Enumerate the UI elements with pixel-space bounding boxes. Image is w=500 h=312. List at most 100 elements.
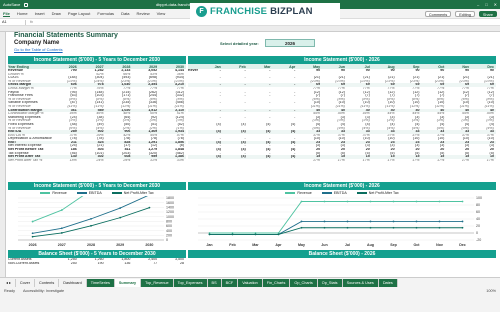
sheet-tab[interactable]: BS	[207, 278, 222, 287]
y-tick-label: 100	[476, 196, 482, 200]
minimize-icon[interactable]: –	[477, 2, 479, 7]
tab-draw[interactable]: Draw	[52, 11, 61, 16]
data-point	[254, 233, 257, 236]
data-point	[90, 224, 92, 227]
formula-bar: A1 fx	[0, 19, 500, 26]
sheet-tab[interactable]: BCF	[221, 278, 239, 287]
sheet-tab[interactable]: Top_Revenue	[141, 278, 174, 287]
chart-5y-header: Income Statement ($'000) - 5 Years to De…	[8, 182, 186, 190]
name-box[interactable]: A1	[0, 19, 26, 25]
x-tick-label: 2029	[116, 243, 124, 247]
sheet-tab[interactable]: Top_Expenses	[173, 278, 208, 287]
data-point	[60, 227, 63, 230]
x-tick-label: Mar	[252, 243, 259, 247]
data-point	[415, 226, 418, 229]
toc-link[interactable]: Go to the Table of Contents	[14, 47, 63, 52]
accessibility-status[interactable]: Accessibility: Investigate	[23, 289, 64, 293]
legend-item: Net Profit After Tax	[356, 191, 399, 195]
sheet-tab[interactable]: Dashboard	[59, 278, 87, 287]
month-header: Jan	[214, 64, 221, 69]
company-name: Company Name	[14, 40, 60, 46]
x-tick-label: Jan	[206, 243, 212, 247]
year-select-input[interactable]: 2026	[265, 39, 315, 47]
comments-button[interactable]: Comments	[424, 10, 452, 17]
x-tick-label: 2027	[58, 243, 66, 247]
tab-file[interactable]: File	[3, 11, 10, 17]
tab-insert[interactable]: Insert	[35, 11, 45, 16]
month-header: Apr	[289, 64, 296, 69]
data-point	[323, 226, 326, 229]
year-header: 2029	[149, 64, 158, 69]
x-tick-label: 2028	[87, 243, 95, 247]
sheet-tab[interactable]: Contents	[35, 278, 60, 287]
share-button[interactable]: Share	[478, 10, 497, 17]
balance-5y-section: Balance Sheet ($'000) - 5 Years to Decem…	[8, 250, 186, 265]
data-point	[31, 235, 34, 238]
y-tick-label: 200	[166, 234, 172, 238]
y-tick-label: 400	[166, 229, 172, 233]
data-point	[323, 200, 326, 203]
tab-home[interactable]: Home	[17, 11, 28, 16]
cell-value: 17%	[362, 158, 370, 162]
editing-button[interactable]: Editing	[455, 10, 475, 17]
data-point	[415, 200, 418, 203]
legend-item: Revenue	[285, 191, 312, 195]
data-point	[300, 200, 303, 203]
data-point	[438, 200, 441, 203]
data-point	[323, 220, 326, 223]
cell-value: 17%	[461, 158, 470, 162]
brand-name-2: BIZPLAN	[270, 5, 313, 17]
table-row: Non-Current Assets 250 190 136 77 28	[8, 262, 186, 266]
sheet-tab[interactable]: Op_Charts	[290, 278, 318, 287]
cell-value: 190	[97, 261, 104, 265]
brand-logo: F FRANCHISE BIZPLAN	[190, 3, 340, 19]
income-5y-header: Income Statement ($'000) - 5 Years to De…	[8, 56, 186, 64]
y-tick-label: -20	[476, 238, 481, 242]
sheet-title: Financial Statements Summary	[14, 32, 118, 39]
sheet-tab[interactable]: TimeSeries	[86, 278, 115, 287]
sheet-tab[interactable]: Summary	[114, 278, 142, 287]
y-tick-label: 60	[476, 210, 480, 214]
data-point	[119, 207, 122, 209]
series-line	[32, 142, 150, 222]
sheet-tab[interactable]: Op_Stats	[317, 278, 343, 287]
legend-swatch	[285, 192, 296, 194]
income-2026-section: Income Statement ($'000) - 2026 Jan Feb Ma…	[188, 56, 496, 162]
row-label: Non-Current Assets	[8, 261, 40, 265]
zoom-level[interactable]: 100%	[486, 289, 496, 293]
tab-data[interactable]: Data	[121, 11, 129, 16]
cell-value: 29%	[123, 158, 131, 162]
close-icon[interactable]: ✕	[494, 2, 497, 7]
income-2026-header: Income Statement ($'000) - 2026	[188, 56, 496, 64]
tab-page-layout[interactable]: Page Layout	[68, 11, 90, 16]
tab-formulas[interactable]: Formulas	[97, 11, 114, 16]
table-row: 17% 17% 17% 17% 17% 17% 17% 17%	[188, 159, 496, 163]
legend-label: Revenue	[297, 191, 312, 195]
legend-label: EBITDA	[88, 191, 102, 195]
x-tick-label: Aug	[367, 243, 374, 247]
sheet-tab[interactable]: Sources & Uses	[342, 278, 379, 287]
maximize-icon[interactable]: □	[485, 2, 487, 7]
month-header: May	[313, 64, 321, 69]
data-point	[346, 226, 349, 229]
legend-item: Revenue	[40, 191, 67, 195]
chart-5y-plot: 020040060080010001200140016001800 2026 202…	[18, 142, 174, 247]
sheet-tab[interactable]: Dates	[378, 278, 398, 287]
data-point	[31, 232, 34, 235]
autosave-label[interactable]: AutoSave	[3, 2, 20, 7]
tab-view[interactable]: View	[157, 11, 166, 16]
row-headers	[0, 32, 6, 277]
save-icon[interactable]	[24, 2, 29, 7]
sheet-tab[interactable]: Cover	[16, 278, 36, 287]
sheet-tab[interactable]: Valuation	[238, 278, 263, 287]
balance-5y-header: Balance Sheet ($'000) - 5 Years to Decem…	[8, 250, 186, 258]
income-2026-table: Revenue----9090909090909090----(21)(21)(…	[188, 69, 496, 162]
tab-review[interactable]: Review	[137, 11, 150, 16]
sheet-tab[interactable]: Fin_Charts	[262, 278, 291, 287]
month-header: Sep	[412, 64, 420, 69]
sheet-tabs: ◂ ▸ Cover Contents Dashboard TimeSeries Summa…	[0, 277, 500, 287]
data-point	[392, 226, 395, 229]
x-tick-label: Oct	[414, 243, 421, 247]
sheet-nav-arrows[interactable]: ◂ ▸	[2, 278, 16, 287]
y-tick-label: 1200	[166, 210, 174, 214]
